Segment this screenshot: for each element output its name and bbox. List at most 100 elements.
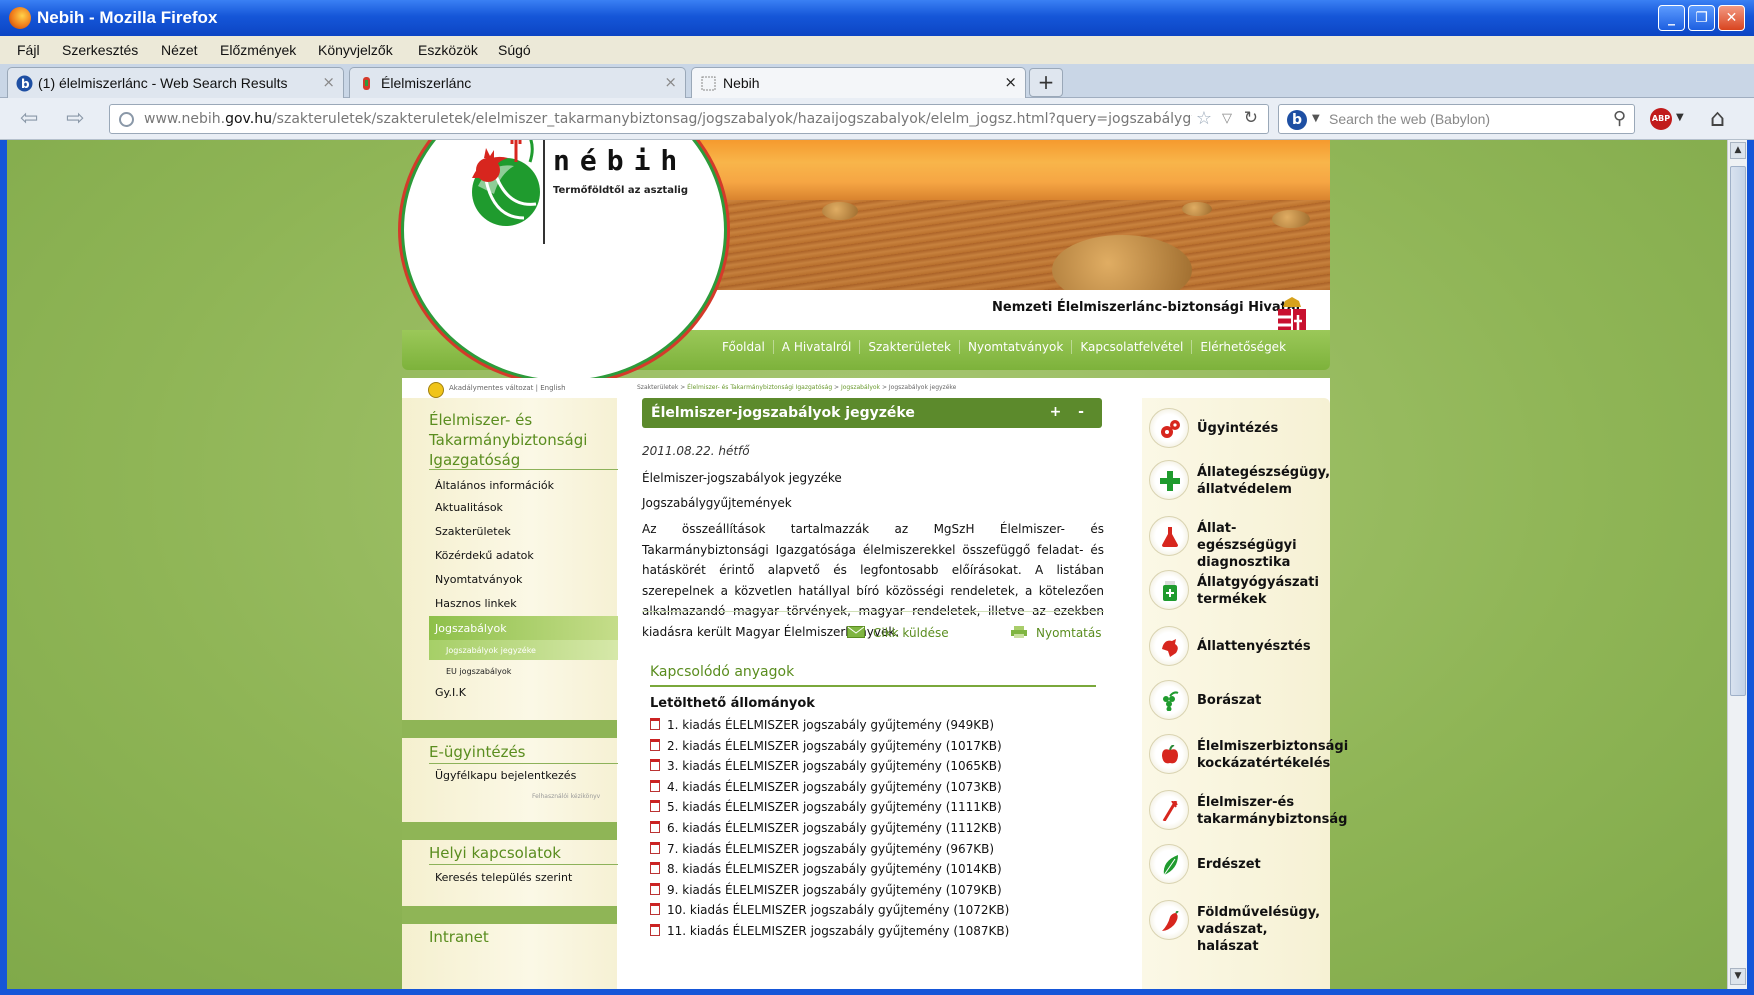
category-link[interactable]: Állattenyésztés — [1142, 624, 1330, 674]
sidebar-subitem-eu-legislation[interactable]: EU jogszabályok — [446, 667, 511, 676]
nav-areas-link[interactable]: Szakterületek — [859, 340, 959, 354]
sidebar-item-areas[interactable]: Szakterületek — [435, 525, 511, 538]
tab-elelmiszerlanc[interactable]: Élelmiszerlánc × — [349, 67, 686, 98]
sidebar-item-useful-links[interactable]: Hasznos linkek — [435, 597, 517, 610]
minimize-button[interactable]: _ — [1658, 5, 1685, 31]
bookmark-star-icon[interactable]: ☆ — [1196, 108, 1212, 129]
category-link[interactable]: Élelmiszerbiztonsági kockázatértékelés — [1142, 732, 1348, 782]
font-size-controls[interactable]: + - — [1050, 404, 1090, 420]
nav-availability-link[interactable]: Elérhetőségek — [1191, 340, 1294, 354]
category-link[interactable]: Állategészségügy, állatvédelem — [1142, 458, 1330, 508]
restore-button[interactable]: ❐ — [1688, 5, 1715, 31]
category-link[interactable]: Élelmiszer-és takarmánybiztonság — [1142, 788, 1347, 838]
category-link[interactable]: Borászat — [1142, 678, 1330, 728]
window-titlebar[interactable]: Nebih - Mozilla Firefox _ ❐ ✕ — [0, 0, 1754, 36]
home-icon[interactable]: ⌂ — [1710, 104, 1725, 132]
download-link[interactable]: 6. kiadás ÉLELMISZER jogszabály gyűjtemé… — [650, 821, 1002, 835]
download-link[interactable]: 5. kiadás ÉLELMISZER jogszabály gyűjtemé… — [650, 800, 1002, 814]
category-link[interactable]: Állat-egészségügyi diagnosztika — [1142, 514, 1330, 570]
scroll-up-arrow[interactable]: ▲ — [1730, 142, 1746, 159]
category-label: Állatgyógyászati termékek — [1197, 575, 1319, 607]
sidebar-item-general-info[interactable]: Általános információk — [435, 479, 554, 492]
category-link[interactable]: Állatgyógyászati termékek — [1142, 568, 1330, 618]
vertical-scrollbar[interactable]: ▲ ▼ — [1727, 140, 1747, 989]
search-input[interactable]: Search the web (Babylon) — [1329, 111, 1490, 127]
related-materials-title: Kapcsolódó anyagok — [650, 664, 795, 680]
hay-bale — [1182, 202, 1212, 216]
adblock-dropdown-icon[interactable]: ▼ — [1676, 112, 1684, 123]
pdf-file-icon — [650, 882, 660, 895]
article-title: Élelmiszer-jogszabályok jegyzéke — [651, 405, 915, 421]
download-link[interactable]: 4. kiadás ÉLELMISZER jogszabály gyűjtemé… — [650, 779, 1002, 794]
forward-button[interactable]: ⇨ — [66, 106, 84, 131]
breadcrumb: Szakterületek > Élelmiszer- és Takarmány… — [637, 384, 956, 391]
back-button[interactable]: ⇦ — [20, 106, 38, 131]
sidebar-user-manual-link[interactable]: Felhasználói kézikönyv — [532, 793, 600, 800]
category-link[interactable]: Erdészet — [1142, 842, 1330, 892]
download-link[interactable]: 3. kiadás ÉLELMISZER jogszabály gyűjtemé… — [650, 759, 1002, 773]
close-window-button[interactable]: ✕ — [1718, 5, 1745, 31]
babylon-search-icon[interactable]: b — [1287, 110, 1307, 130]
sidebar-item-client-gate-login[interactable]: Ügyfélkapu bejelentkezés — [435, 769, 576, 782]
sidebar-section-title: Élelmiszer- és Takarmánybiztonsági Igazg… — [429, 411, 588, 469]
tab-close-icon[interactable]: × — [1004, 73, 1017, 91]
download-link[interactable]: 2. kiadás ÉLELMISZER jogszabály gyűjtemé… — [650, 738, 1002, 753]
menu-bookmarks[interactable]: Könyvjelzők — [318, 42, 393, 58]
download-link[interactable]: 10. kiadás ÉLELMISZER jogszabály gyűjtem… — [650, 903, 1009, 917]
site-identity-icon[interactable] — [119, 112, 134, 127]
download-link[interactable]: 1. kiadás ÉLELMISZER jogszabály gyűjtemé… — [650, 718, 994, 732]
new-tab-button[interactable]: + — [1029, 68, 1063, 97]
download-link[interactable]: 9. kiadás ÉLELMISZER jogszabály gyűjtemé… — [650, 882, 1002, 897]
search-engine-dropdown-icon[interactable]: ▼ — [1312, 113, 1320, 124]
page-viewport: Nemzeti Élelmiszerlánc-biztonsági Hivata… — [7, 140, 1727, 989]
menu-history[interactable]: Előzmények — [220, 42, 296, 58]
reload-icon[interactable]: ↻ — [1244, 108, 1258, 128]
url-bar[interactable]: www.nebih.gov.hu/szakteruletek/szakterul… — [109, 104, 1269, 134]
print-link[interactable]: Nyomtatás — [1010, 626, 1101, 640]
sidebar-item-forms[interactable]: Nyomtatványok — [435, 573, 522, 586]
breadcrumb-item[interactable]: Jogszabályok — [841, 384, 880, 391]
menu-help[interactable]: Súgó — [498, 42, 531, 58]
send-article-link[interactable]: Cikk küldése — [847, 626, 949, 640]
sidebar-item-faq[interactable]: Gy.I.K — [435, 686, 466, 699]
menu-tools[interactable]: Eszközök — [418, 42, 478, 58]
left-sidebar: Élelmiszer- és Takarmánybiztonsági Igazg… — [402, 398, 618, 989]
tab-close-icon[interactable]: × — [664, 73, 677, 91]
category-link[interactable]: Földművelésügy, vadászat, halászat — [1142, 898, 1330, 954]
tab-label: Élelmiszerlánc — [381, 75, 472, 91]
accessibility-links[interactable]: Akadálymentes változat | English — [449, 384, 566, 392]
sidebar-item-news[interactable]: Aktualitások — [435, 501, 503, 514]
scrollbar-thumb[interactable] — [1730, 166, 1746, 696]
accessibility-icon[interactable] — [428, 382, 444, 398]
sidebar-item-legislation[interactable]: Jogszabályok — [435, 622, 507, 635]
category-link[interactable]: Ügyintézés — [1142, 406, 1330, 456]
nav-contact-link[interactable]: Kapcsolatfelvétel — [1071, 340, 1191, 354]
nav-about-link[interactable]: A Hivatalról — [772, 340, 860, 354]
search-bar[interactable]: b ▼ Search the web (Babylon) ⚲ — [1278, 104, 1635, 134]
adblock-plus-icon[interactable]: ABP — [1650, 108, 1672, 130]
breadcrumb-item[interactable]: Élelmiszer- és Takarmánybiztonsági Igazg… — [687, 384, 832, 391]
nav-forms-link[interactable]: Nyomtatványok — [958, 340, 1071, 354]
nav-home-link[interactable]: Főoldal — [714, 340, 773, 354]
sidebar-subitem-legislation-list[interactable]: Jogszabályok jegyzéke — [446, 646, 536, 655]
tab-web-search[interactable]: b (1) élelmiszerlánc - Web Search Result… — [7, 67, 344, 98]
download-link[interactable]: 11. kiadás ÉLELMISZER jogszabály gyűjtem… — [650, 924, 1009, 938]
download-link[interactable]: 7. kiadás ÉLELMISZER jogszabály gyűjtemé… — [650, 841, 994, 856]
svg-text:b: b — [21, 77, 30, 91]
sidebar-item-search-by-town[interactable]: Keresés település szerint — [435, 871, 572, 884]
menu-edit[interactable]: Szerkesztés — [62, 42, 138, 58]
url-text[interactable]: www.nebih.gov.hu/szakteruletek/szakterul… — [144, 111, 1192, 127]
sidebar-gap — [402, 822, 617, 840]
menu-file[interactable]: Fájl — [17, 42, 40, 58]
search-magnifier-icon[interactable]: ⚲ — [1613, 108, 1626, 129]
scroll-down-arrow[interactable]: ▼ — [1730, 968, 1746, 985]
tab-nebih[interactable]: Nebih × — [691, 67, 1026, 99]
download-link[interactable]: 8. kiadás ÉLELMISZER jogszabály gyűjtemé… — [650, 862, 1002, 876]
sidebar-item-public-data[interactable]: Közérdekű adatok — [435, 549, 534, 562]
history-dropdown-icon[interactable]: ▽ — [1222, 111, 1232, 126]
tab-close-icon[interactable]: × — [322, 73, 335, 91]
menu-view[interactable]: Nézet — [161, 42, 198, 58]
sidebar-gap — [402, 720, 617, 738]
category-icon-badge — [1149, 408, 1189, 448]
breadcrumb-item[interactable]: Szakterületek — [637, 384, 678, 391]
